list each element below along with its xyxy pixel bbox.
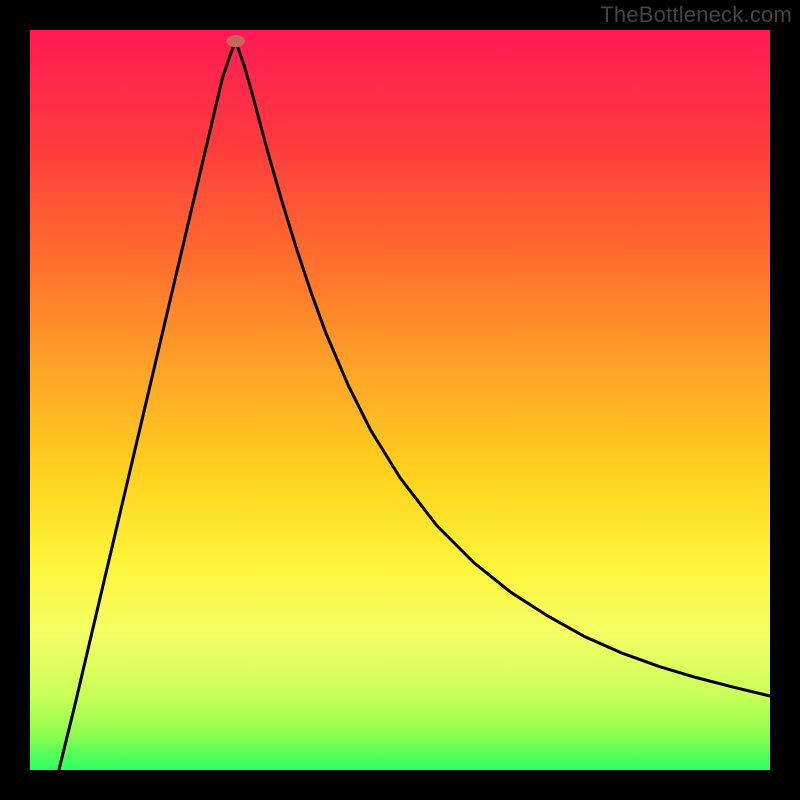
gradient-background — [30, 30, 770, 770]
attribution-label: TheBottleneck.com — [600, 2, 792, 28]
chart-frame: TheBottleneck.com — [0, 0, 800, 800]
plot-area — [30, 30, 770, 770]
optimum-marker — [227, 35, 245, 47]
chart-canvas — [30, 30, 770, 770]
